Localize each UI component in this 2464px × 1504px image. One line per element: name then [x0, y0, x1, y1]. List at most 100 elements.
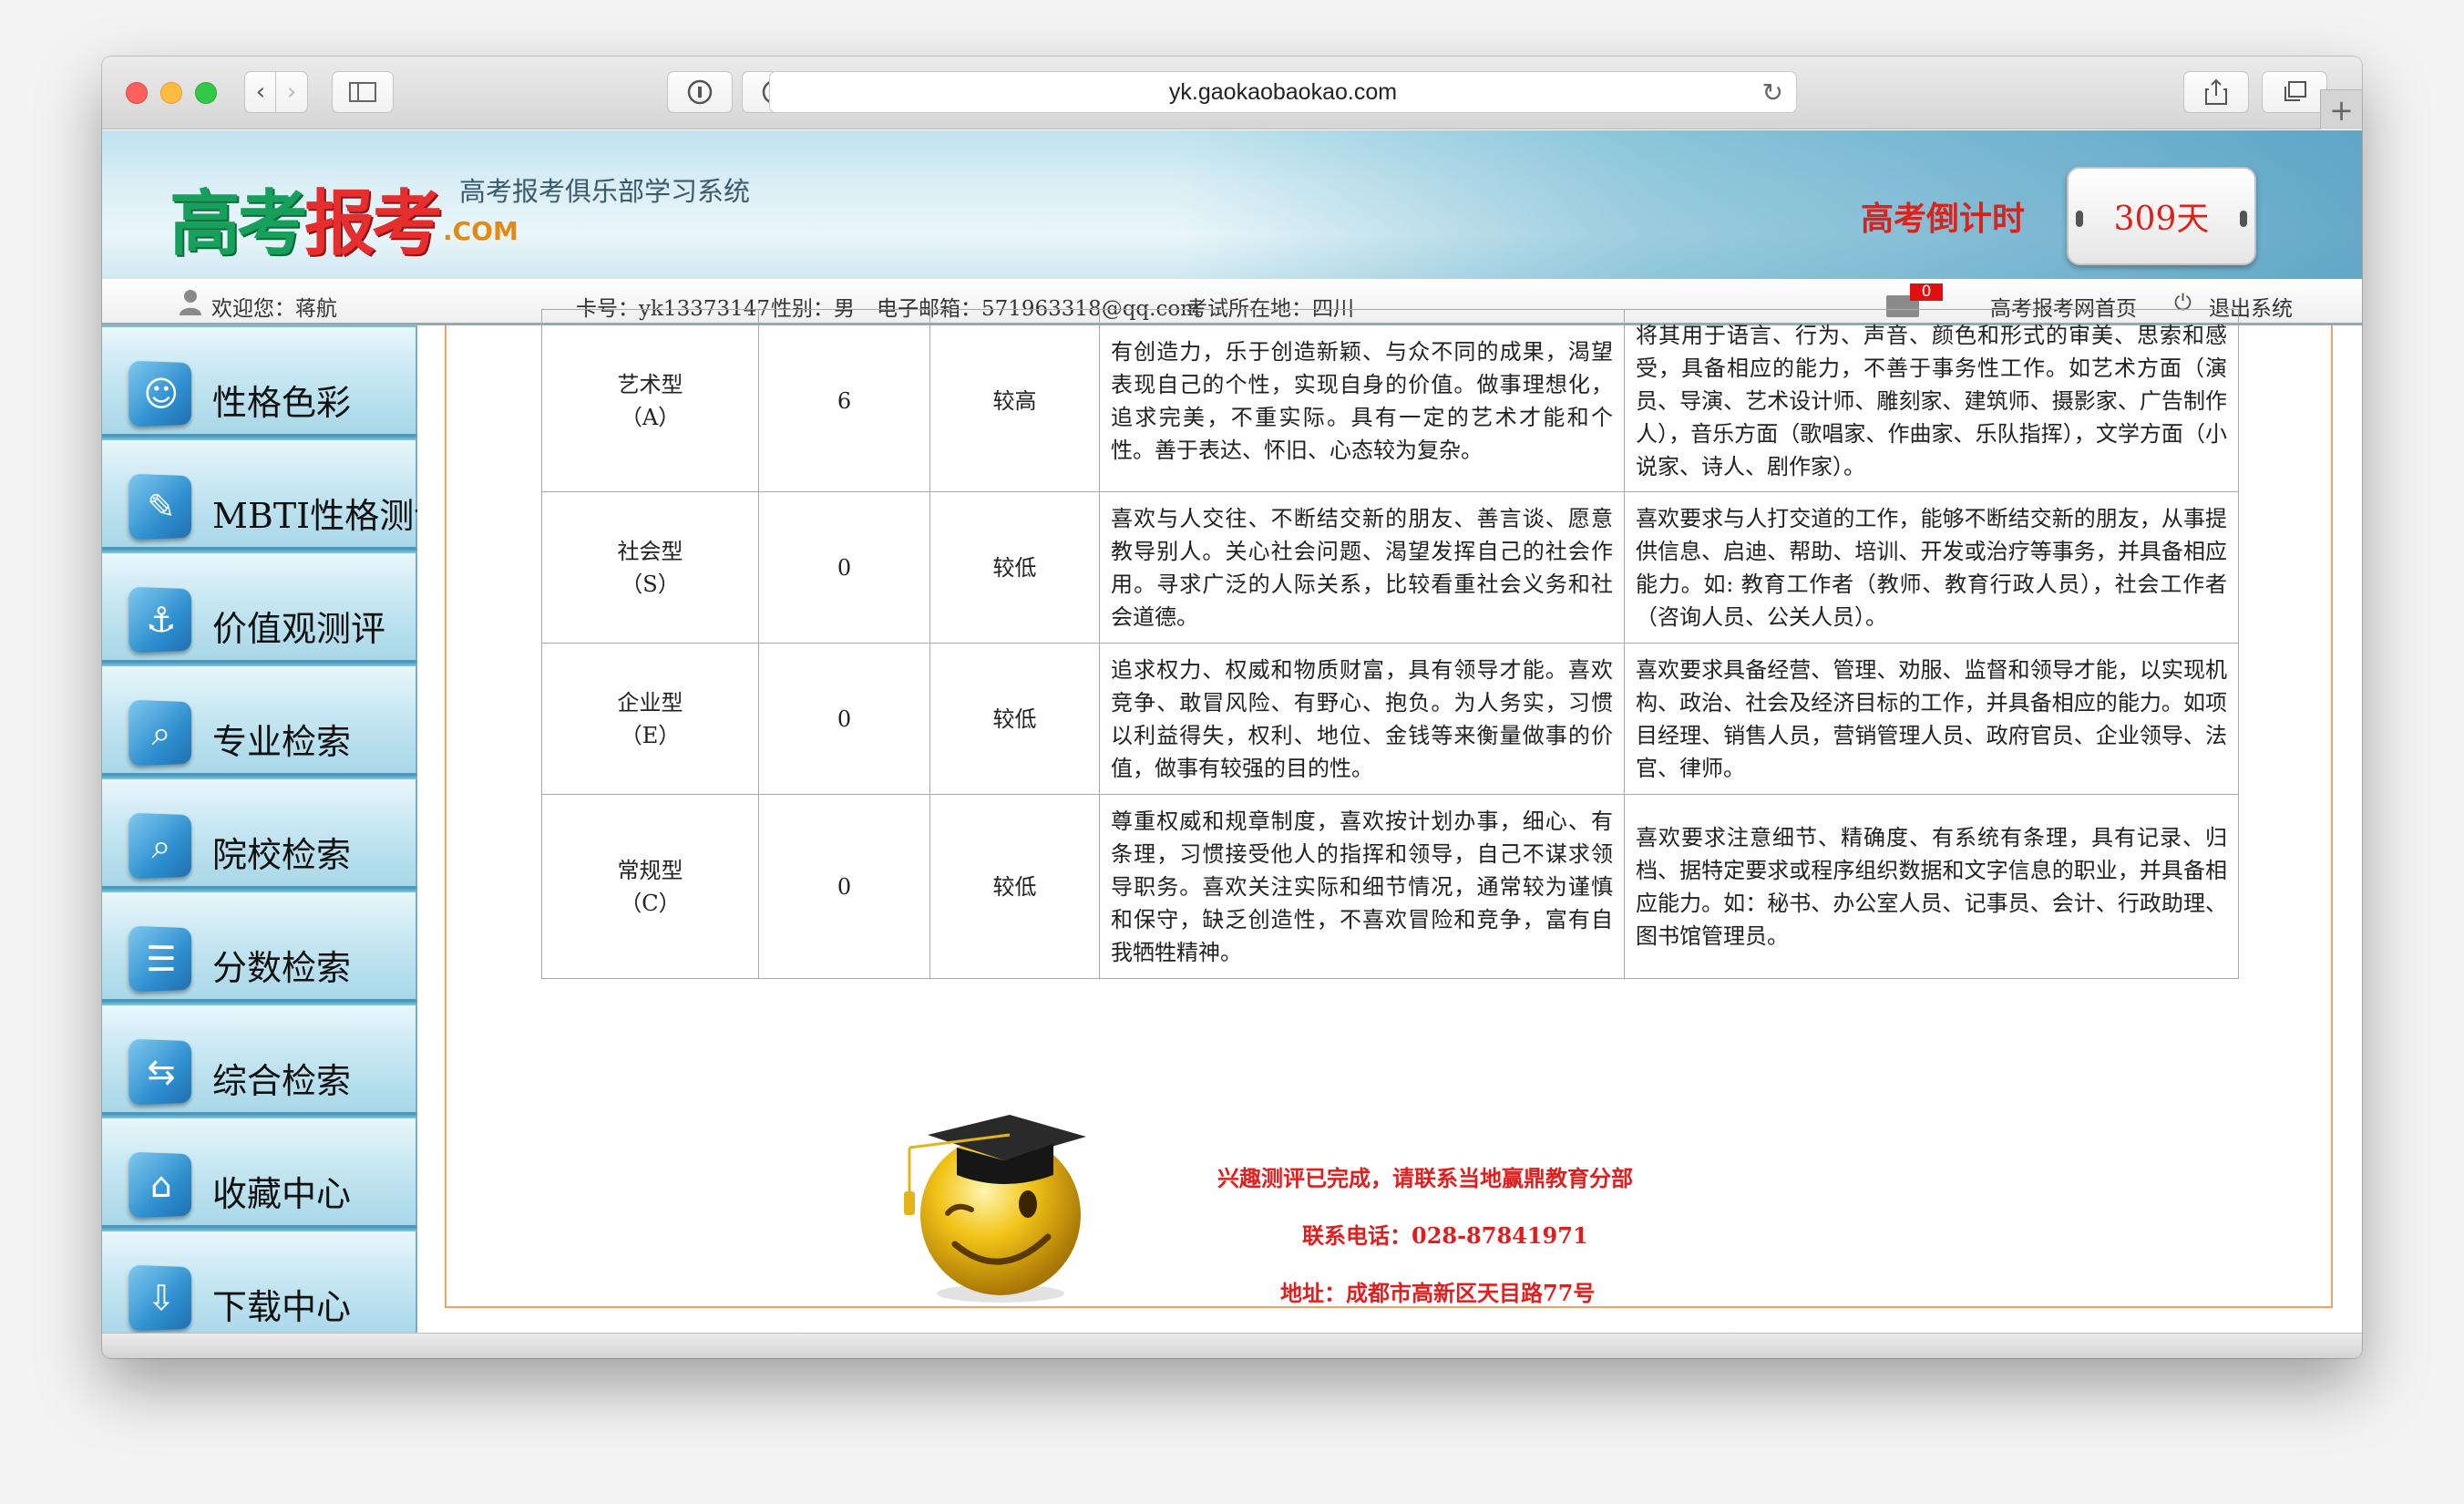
address-bar[interactable]: yk.gaokaobaokao.com ↻ — [769, 71, 1797, 113]
level-cell: 较低 — [929, 794, 1100, 979]
chevron-left-icon: ‹ — [255, 78, 266, 106]
school-search-icon: ⌕ — [128, 812, 192, 880]
type-cell: 社会型 （S） — [541, 491, 759, 644]
forward-button[interactable]: › — [275, 71, 308, 113]
sidebar-item-combined-search[interactable]: ⇆ 综合检索 — [102, 1004, 417, 1115]
sidebar-item-school-search[interactable]: ⌕ 院校检索 — [102, 778, 417, 889]
logo-com: .COM — [443, 216, 518, 246]
contact-phone: 联系电话：028-87841971 — [1302, 1222, 1588, 1249]
completion-notice: 兴趣测评已完成，请联系当地赢鼎教育分部 — [1217, 1165, 1633, 1191]
contact-address: 地址：成都市高新区天目路77号 — [1280, 1280, 1596, 1306]
level-cell: 较低 — [929, 643, 1100, 795]
sidebar-item-label: 下载中心 — [212, 1287, 352, 1327]
info-icon — [687, 79, 713, 105]
sidebar-item-label: 价值观测评 — [212, 609, 386, 649]
table-row: 艺术型 （A） 6 较高 有创造力，乐于创造新颖、与众不同的成果，渴望表现自己的个… — [541, 309, 2239, 492]
sidebar-item-score-search[interactable]: ☰ 分数检索 — [102, 891, 417, 1002]
career-cell: 喜欢要求注意细节、精确度、有系统有条理，具有记录、归档、据特定要求或程序组织数据… — [1624, 794, 2239, 979]
window-minimize-button[interactable] — [160, 82, 182, 104]
url-text: yk.gaokaobaokao.com — [1168, 78, 1398, 105]
sidebar-item-favorites[interactable]: ⌂ 收藏中心 — [102, 1117, 417, 1228]
trait-cell: 有创造力，乐于创造新颖、与众不同的成果，渴望表现自己的个性，实现自身的价值。做事… — [1099, 309, 1625, 492]
anchor-icon: ⚓ — [128, 586, 192, 654]
sidebar-item-label: 院校检索 — [212, 835, 352, 875]
window-close-button[interactable] — [126, 82, 148, 104]
trait-cell: 喜欢与人交往、不断结交新的朋友、善言谈、愿意教导别人。关心社会问题、渴望发挥自己… — [1099, 491, 1625, 644]
sidebar-item-label: 综合检索 — [212, 1061, 352, 1101]
window-maximize-button[interactable] — [195, 82, 217, 104]
feather-icon: ✎ — [128, 473, 192, 541]
type-name: 企业型 — [617, 689, 683, 716]
type-cell: 常规型 （C） — [541, 794, 759, 979]
career-cell: 将其用于语言、行为、声音、颜色和形式的审美、思索和感受，具备相应的能力，不善于事… — [1624, 309, 2239, 492]
site-logo[interactable]: 高考报考 — [169, 167, 443, 269]
reader-button[interactable] — [667, 71, 733, 113]
sidebar-icon — [349, 82, 376, 102]
browser-window: ‹ › yk.gaokaobaokao.com ↻ + 高考报考 .COM 高考… — [102, 57, 2362, 1358]
search-doc-icon: ⌕ — [128, 699, 192, 767]
welcome-text: 欢迎您：蒋航 — [211, 297, 337, 321]
web-page: 高考报考 .COM 高考报考俱乐部学习系统 高考倒计时 309天 欢迎您：蒋航 … — [102, 130, 2362, 1358]
chevron-right-icon: › — [286, 78, 297, 106]
trait-cell: 尊重权威和规章制度，喜欢按计划办事，细心、有条理，习惯接受他人的指挥和领导，自己… — [1099, 794, 1625, 979]
type-cell: 艺术型 （A） — [541, 309, 759, 492]
type-code: （E） — [620, 722, 681, 748]
user-icon — [180, 290, 201, 315]
countdown-value: 309天 — [2067, 167, 2256, 265]
sidebar-item-values[interactable]: ⚓ 价值观测评 — [102, 551, 417, 663]
tabs-icon — [2284, 81, 2306, 101]
download-icon: ⇩ — [128, 1264, 192, 1332]
site-banner: 高考报考 .COM 高考报考俱乐部学习系统 高考倒计时 309天 — [102, 130, 2362, 279]
browser-toolbar: ‹ › yk.gaokaobaokao.com ↻ + — [102, 57, 2362, 129]
sidebar-item-label: 专业检索 — [212, 722, 352, 762]
share-icon — [2205, 78, 2227, 105]
collection-icon: ⌂ — [128, 1151, 192, 1219]
sidebar-item-downloads[interactable]: ⇩ 下载中心 — [102, 1230, 417, 1341]
table-row: 企业型 （E） 0 较低 追求权力、权威和物质财富，具有领导才能。喜欢竞争、敢冒风… — [541, 643, 2239, 795]
list-icon: ☰ — [128, 925, 192, 993]
reload-icon[interactable]: ↻ — [1762, 77, 1783, 108]
type-name: 艺术型 — [617, 371, 683, 397]
sidebar-toggle-button[interactable] — [332, 71, 394, 113]
trait-cell: 追求权力、权威和物质财富，具有领导才能。喜欢竞争、敢冒风险、有野心、抱负。为人务… — [1099, 643, 1625, 795]
sidebar-item-major-search[interactable]: ⌕ 专业检索 — [102, 664, 417, 776]
type-code: （S） — [621, 571, 680, 597]
tabs-overview-button[interactable] — [2262, 71, 2327, 113]
logo-text-baokao: 报考 — [304, 183, 443, 265]
sidebar-item-label: 收藏中心 — [212, 1174, 352, 1214]
level-cell: 较低 — [929, 491, 1100, 644]
type-name: 常规型 — [617, 857, 683, 883]
score-cell: 6 — [758, 309, 930, 492]
type-name: 社会型 — [617, 538, 683, 564]
type-code: （C） — [620, 890, 681, 916]
score-cell: 0 — [758, 643, 930, 795]
countdown-label: 高考倒计时 — [1861, 201, 2026, 238]
interest-result-table: 艺术型 （A） 6 较高 有创造力，乐于创造新颖、与众不同的成果，渴望表现自己的个… — [541, 309, 2239, 979]
score-cell: 0 — [758, 794, 930, 979]
site-subtitle: 高考报考俱乐部学习系统 — [459, 176, 751, 207]
new-tab-button[interactable]: + — [2320, 89, 2362, 129]
score-cell: 0 — [758, 491, 930, 644]
plus-icon: + — [2329, 92, 2354, 128]
career-cell: 喜欢要求与人打交道的工作，能够不断结交新的朋友，从事提供信息、启迪、帮助、培训、… — [1624, 491, 2239, 644]
type-code: （A） — [620, 404, 681, 430]
sidebar-item-label: MBTI性格测评 — [212, 496, 417, 536]
type-cell: 企业型 （E） — [541, 643, 759, 795]
sidebar-item-label: 分数检索 — [212, 948, 352, 988]
signpost-icon: ⇆ — [128, 1038, 192, 1106]
graduate-smiley-image — [904, 1115, 1086, 1303]
sidebar-item-personality-color[interactable]: ☺ 性格色彩 — [102, 325, 417, 437]
window-bottom-bar — [102, 1333, 2362, 1358]
table-row: 社会型 （S） 0 较低 喜欢与人交往、不断结交新的朋友、善言谈、愿意教导别人。关… — [541, 491, 2239, 644]
table-row: 常规型 （C） 0 较低 尊重权威和规章制度，喜欢按计划办事，细心、有条理，习惯接… — [541, 794, 2239, 979]
level-cell: 较高 — [929, 309, 1100, 492]
mask-icon: ☺ — [128, 360, 192, 428]
logo-text-gaokao: 高考 — [169, 183, 308, 265]
back-button[interactable]: ‹ — [244, 71, 277, 113]
mail-count-badge: 0 — [1910, 283, 1943, 301]
sidebar-nav: ☺ 性格色彩 ✎ MBTI性格测评 ⚓ 价值观测评 ⌕ 专业检索 ⌕ 院校检索 … — [102, 325, 417, 1358]
sidebar-item-mbti[interactable]: ✎ MBTI性格测评 — [102, 438, 417, 550]
sidebar-item-label: 性格色彩 — [212, 383, 352, 423]
share-button[interactable] — [2183, 71, 2249, 113]
countdown-days: 309天 — [2113, 201, 2210, 238]
